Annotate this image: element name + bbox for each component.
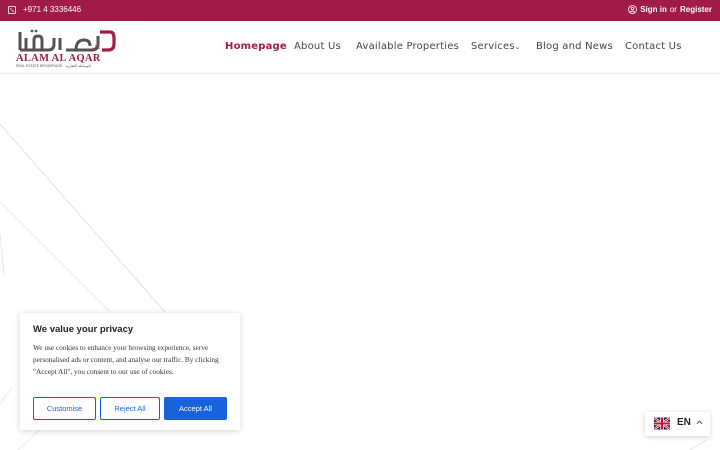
uk-flag-icon bbox=[654, 417, 670, 430]
cookie-consent-banner: We value your privacy We use cookies to … bbox=[20, 313, 240, 430]
main-header: عالم ALAM AL AQAR REAL ESTATE BROKERAGE … bbox=[0, 21, 720, 74]
logo-arabic-tagline: للوساطة العقارية bbox=[66, 64, 91, 68]
phone-number: +971 4 3336446 bbox=[23, 5, 82, 14]
top-bar: +971 4 3336446 Sign in or Register bbox=[0, 0, 720, 21]
language-code: EN bbox=[677, 417, 691, 428]
logo-latin-text: ALAM AL AQAR bbox=[16, 53, 101, 64]
cookie-body: We use cookies to enhance your browsing … bbox=[33, 343, 219, 376]
nav-services[interactable]: Services⌄ bbox=[471, 41, 521, 52]
nav-services-label: Services bbox=[471, 41, 515, 52]
user-icon bbox=[628, 5, 638, 14]
reject-all-button[interactable]: Reject All bbox=[100, 397, 160, 420]
logo-mark: عالم bbox=[18, 29, 116, 52]
nav-homepage[interactable]: Homepage bbox=[225, 41, 287, 52]
chevron-up-icon bbox=[696, 420, 703, 425]
svg-text:عالم: عالم bbox=[91, 45, 100, 51]
site-logo[interactable]: عالم ALAM AL AQAR REAL ESTATE BROKERAGE … bbox=[16, 26, 116, 70]
auth-separator: or bbox=[669, 5, 677, 14]
phone-contact[interactable]: +971 4 3336446 bbox=[8, 5, 81, 14]
auth-links: Sign in or Register bbox=[628, 5, 712, 14]
register-link[interactable]: Register bbox=[680, 5, 712, 14]
nav-contact-us[interactable]: Contact Us bbox=[625, 41, 682, 52]
cookie-title: We value your privacy bbox=[33, 324, 134, 335]
phone-icon bbox=[8, 5, 16, 14]
nav-about-us[interactable]: About Us bbox=[294, 41, 341, 52]
customise-button[interactable]: Customise bbox=[33, 397, 96, 420]
logo-tagline: REAL ESTATE BROKERAGE bbox=[16, 64, 63, 68]
accept-all-button[interactable]: Accept All bbox=[164, 397, 227, 420]
language-switcher[interactable]: EN bbox=[645, 412, 710, 436]
nav-available-properties[interactable]: Available Properties bbox=[356, 41, 459, 52]
nav-blog-and-news[interactable]: Blog and News bbox=[536, 41, 613, 52]
sign-in-link[interactable]: Sign in bbox=[640, 5, 667, 14]
chevron-down-icon: ⌄ bbox=[514, 43, 521, 51]
